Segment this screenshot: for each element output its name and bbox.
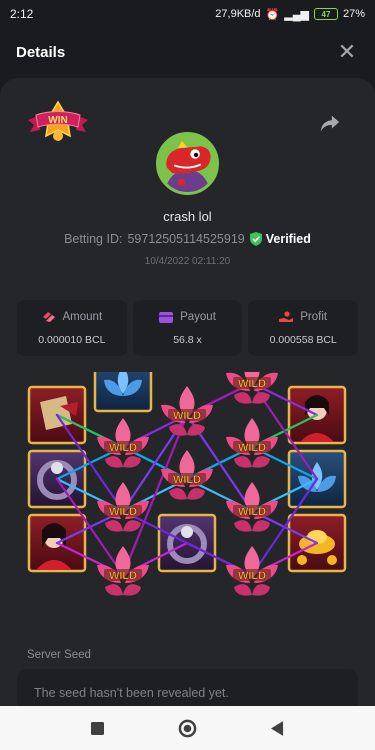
home-button[interactable] bbox=[177, 717, 199, 739]
stat-profit-value: 0.000558 BCL bbox=[269, 333, 337, 346]
stat-profit-head: Profit bbox=[279, 311, 327, 323]
circle-icon bbox=[178, 719, 197, 737]
wild-symbol: WILD bbox=[226, 546, 278, 596]
svg-text:WILD: WILD bbox=[238, 570, 266, 582]
battery-percent: 27% bbox=[342, 8, 365, 20]
close-button[interactable]: ✕ bbox=[335, 39, 359, 64]
stat-payout-value: 56.8 x bbox=[173, 333, 202, 346]
recent-apps-button[interactable] bbox=[87, 717, 109, 739]
wild-symbol: WILD bbox=[226, 482, 278, 532]
stat-amount: Amount 0.000010 BCL bbox=[17, 300, 127, 356]
server-seed-field[interactable]: The seed hasn't been revealed yet. bbox=[17, 669, 358, 708]
stat-payout-head: Payout bbox=[159, 311, 216, 323]
bet-details-card: WIN crash lol Betting ID: 59712505114525… bbox=[0, 78, 375, 708]
share-icon[interactable] bbox=[319, 112, 341, 134]
bet-date: 10/4/2022 02:11:20 bbox=[144, 256, 231, 267]
page-title: Details bbox=[16, 43, 66, 61]
coins-icon bbox=[42, 311, 55, 322]
stat-profit-label: Profit bbox=[300, 310, 328, 323]
svg-text:WILD: WILD bbox=[173, 474, 201, 486]
verified-badge: Verified bbox=[249, 232, 311, 246]
status-bar: 2:12 27,9KB/d ⏰ ▂▄▆ 47 27% bbox=[0, 0, 375, 28]
svg-text:WILD: WILD bbox=[238, 442, 266, 454]
avatar bbox=[156, 132, 219, 195]
wild-symbol: WILD bbox=[226, 372, 278, 404]
stat-amount-value: 0.000010 BCL bbox=[38, 333, 106, 346]
wild-symbol: WILD bbox=[226, 418, 278, 468]
server-seed-label: Server Seed bbox=[27, 649, 91, 661]
signal-icon: ▂▄▆ bbox=[284, 8, 309, 21]
battery-icon: 47 bbox=[313, 8, 338, 20]
slot-reels-board: WILD WILD WILD WILD WILD WILD WILD WILD … bbox=[27, 372, 347, 596]
stats-row: Amount 0.000010 BCL Payout 56.8 x Profit… bbox=[17, 300, 359, 356]
header: Details ✕ bbox=[0, 28, 375, 76]
win-badge-text: WIN bbox=[48, 115, 67, 126]
system-nav-bar bbox=[0, 706, 375, 750]
svg-text:WILD: WILD bbox=[109, 506, 137, 518]
svg-text:WILD: WILD bbox=[109, 442, 137, 454]
svg-text:WILD: WILD bbox=[238, 378, 266, 390]
betting-id-row: Betting ID: 59712505114525919 Verified bbox=[0, 232, 375, 246]
wallet-icon bbox=[159, 311, 174, 323]
alarm-icon: ⏰ bbox=[265, 8, 280, 21]
svg-text:WILD: WILD bbox=[109, 570, 137, 582]
wild-symbol: WILD bbox=[161, 450, 213, 500]
wild-symbol: WILD bbox=[97, 546, 149, 596]
betting-id-value: 59712505114525919 bbox=[127, 232, 245, 246]
player-name: crash lol bbox=[163, 209, 212, 224]
svg-text:WILD: WILD bbox=[238, 506, 266, 518]
status-right: 27,9KB/d ⏰ ▂▄▆ 47 27% bbox=[215, 8, 365, 21]
symbol-blue-lotus-tile bbox=[93, 372, 153, 413]
svg-text:WILD: WILD bbox=[173, 410, 201, 422]
betting-id-label: Betting ID: bbox=[64, 232, 123, 246]
stat-amount-label: Amount bbox=[62, 310, 103, 323]
stat-profit: Profit 0.000558 BCL bbox=[248, 300, 359, 356]
back-button[interactable] bbox=[267, 717, 289, 739]
win-badge-icon: WIN bbox=[28, 100, 88, 141]
square-icon bbox=[91, 721, 104, 735]
stat-payout: Payout 56.8 x bbox=[132, 300, 243, 356]
stat-amount-head: Amount bbox=[42, 310, 103, 323]
network-speed: 27,9KB/d bbox=[215, 8, 261, 20]
back-triangle-icon bbox=[271, 720, 284, 736]
wild-symbol: WILD bbox=[97, 482, 149, 532]
wild-symbol: WILD bbox=[161, 386, 213, 436]
details-screen: 2:12 27,9KB/d ⏰ ▂▄▆ 47 27% Details ✕ WIN bbox=[0, 0, 375, 750]
profit-hand-icon bbox=[279, 310, 294, 322]
stat-payout-label: Payout bbox=[180, 310, 216, 323]
wild-symbol: WILD bbox=[97, 418, 149, 468]
verified-label: Verified bbox=[265, 232, 311, 246]
shield-check-icon bbox=[249, 232, 262, 246]
status-time: 2:12 bbox=[10, 7, 34, 21]
